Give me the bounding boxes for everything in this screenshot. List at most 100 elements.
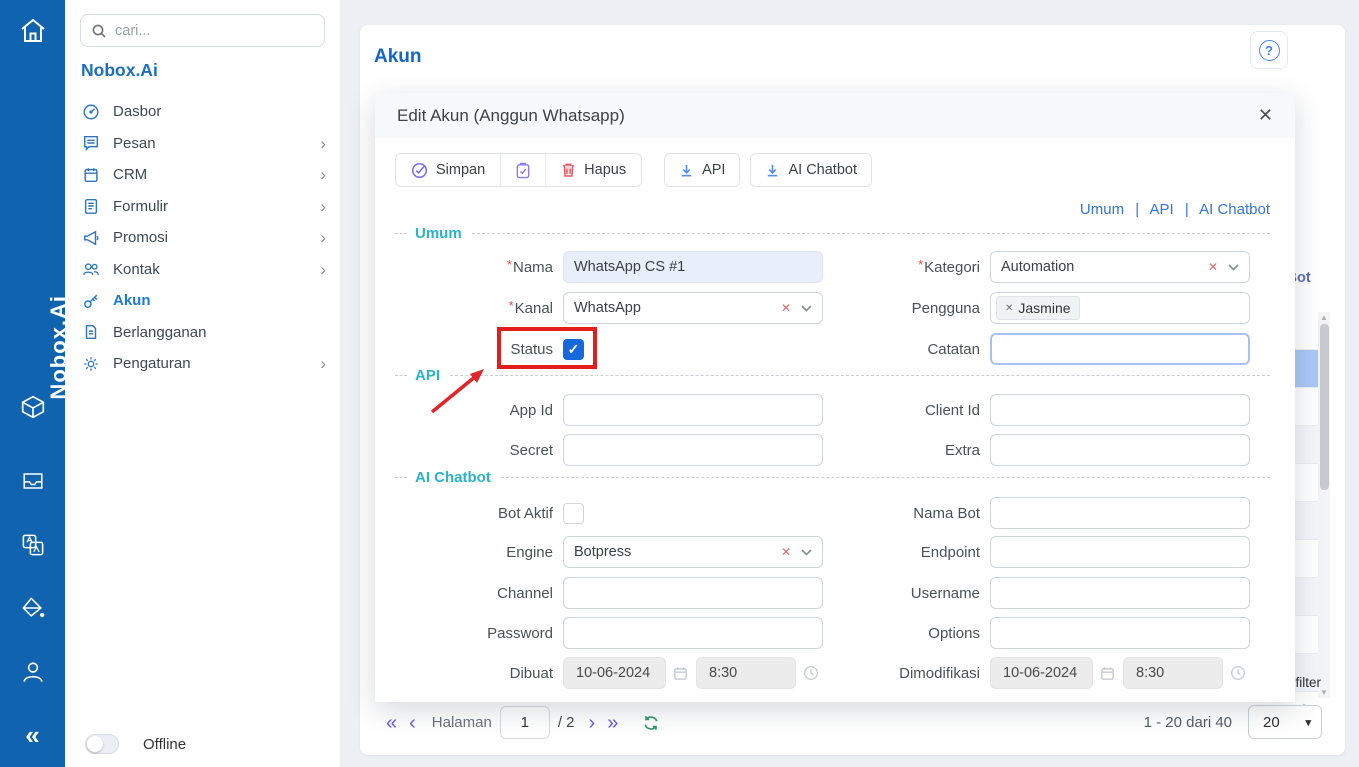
- field-label: App Id: [395, 402, 563, 419]
- ai-chatbot-label: AI Chatbot: [788, 162, 857, 178]
- download-icon: [679, 163, 694, 178]
- scroll-up-icon[interactable]: ▲: [1320, 313, 1328, 322]
- sidebar-item-promosi[interactable]: Promosi ›: [65, 222, 340, 254]
- field-dibuat: Dibuat 10-06-2024 8:30: [395, 657, 819, 689]
- sidebar-item-formulir[interactable]: Formulir ›: [65, 191, 340, 223]
- engine-select[interactable]: Botpress ✕: [563, 536, 823, 568]
- first-page-button[interactable]: «: [380, 713, 403, 733]
- sidebar-item-label: Pengaturan: [113, 355, 320, 372]
- sidebar-item-dasbor[interactable]: Dasbor: [65, 96, 340, 128]
- close-icon[interactable]: ✕: [1258, 105, 1273, 126]
- clear-icon[interactable]: ✕: [781, 301, 791, 315]
- ai-chatbot-download-button[interactable]: AI Chatbot: [750, 153, 872, 187]
- nav-link-api[interactable]: API: [1150, 201, 1174, 218]
- package-icon[interactable]: [16, 390, 50, 424]
- field-bot-aktif: Bot Aktif: [395, 497, 584, 529]
- field-catatan: Catatan: [830, 333, 1250, 365]
- question-mark-icon: ?: [1259, 40, 1280, 61]
- dibuat-date-input: 10-06-2024: [563, 657, 666, 689]
- kanal-select[interactable]: WhatsApp ✕: [563, 292, 823, 324]
- required-asterisk: *: [509, 298, 514, 313]
- extra-input[interactable]: [990, 434, 1250, 466]
- nav-link-ai-chatbot[interactable]: AI Chatbot: [1199, 201, 1270, 218]
- content-card: Akun ? Nama Bot ▲ ▼: [360, 25, 1345, 755]
- kategori-select[interactable]: Automation ✕: [990, 251, 1250, 283]
- scrollbar-thumb[interactable]: [1320, 324, 1329, 490]
- nama-bot-input[interactable]: [990, 497, 1250, 529]
- message-icon: [81, 134, 100, 153]
- field-label: Engine: [395, 544, 563, 561]
- vertical-scrollbar[interactable]: ▲ ▼: [1318, 312, 1330, 698]
- scroll-down-icon[interactable]: ▼: [1320, 688, 1328, 697]
- clipboard-check-icon: [515, 162, 531, 179]
- prev-page-button[interactable]: ‹: [403, 713, 422, 733]
- page-input[interactable]: [500, 706, 550, 739]
- search-input[interactable]: [115, 23, 314, 39]
- section-label: API: [415, 367, 440, 384]
- section-label: Umum: [415, 225, 462, 242]
- user-icon[interactable]: [16, 655, 50, 689]
- field-label: Bot Aktif: [395, 505, 563, 522]
- main-area: Akun ? Nama Bot ▲ ▼: [340, 0, 1359, 767]
- save-button[interactable]: Simpan: [396, 154, 501, 186]
- client-id-input[interactable]: [990, 394, 1250, 426]
- field-secret: Secret: [395, 434, 823, 466]
- api-download-button[interactable]: API: [664, 153, 740, 187]
- field-username: Username: [830, 577, 1250, 609]
- sidebar-item-akun[interactable]: Akun: [65, 285, 340, 317]
- last-page-button[interactable]: »: [601, 713, 624, 733]
- sidebar-item-pesan[interactable]: Pesan ›: [65, 128, 340, 160]
- sidebar-item-kontak[interactable]: Kontak ›: [65, 254, 340, 286]
- remove-tag-icon[interactable]: ✕: [1005, 303, 1013, 314]
- options-input[interactable]: [990, 617, 1250, 649]
- nav-divider: |: [1185, 201, 1189, 218]
- secret-input[interactable]: [563, 434, 823, 466]
- dibuat-time-input: 8:30: [696, 657, 796, 689]
- field-label: Dibuat: [395, 665, 563, 682]
- inbox-icon[interactable]: [16, 464, 50, 498]
- field-label: Pengguna: [830, 300, 990, 317]
- clear-icon[interactable]: ✕: [1208, 260, 1218, 274]
- username-input[interactable]: [990, 577, 1250, 609]
- bot-aktif-checkbox[interactable]: [563, 503, 584, 524]
- trash-icon: [561, 162, 576, 178]
- chevron-down-icon: [801, 305, 812, 312]
- page-size-select[interactable]: 20 ▾: [1248, 705, 1322, 739]
- pengguna-input[interactable]: ✕ Jasmine: [990, 292, 1250, 324]
- nama-input[interactable]: WhatsApp CS #1: [563, 251, 823, 283]
- delete-button[interactable]: Hapus: [546, 154, 641, 186]
- sidebar-item-label: Akun: [113, 292, 326, 309]
- translate-icon[interactable]: [16, 528, 50, 562]
- app-id-input[interactable]: [563, 394, 823, 426]
- paint-bucket-icon[interactable]: [16, 591, 50, 625]
- edit-akun-modal: Edit Akun (Anggun Whatsapp) ✕ Simpan: [375, 93, 1295, 702]
- endpoint-input[interactable]: [990, 536, 1250, 568]
- field-label: Options: [830, 625, 990, 642]
- sidebar-item-label: Pesan: [113, 135, 320, 152]
- document-icon: [81, 323, 100, 342]
- sidebar-item-pengaturan[interactable]: Pengaturan ›: [65, 348, 340, 380]
- sidebar-brand: Nobox.Ai: [81, 60, 158, 81]
- field-label: Endpoint: [830, 544, 990, 561]
- status-checkbox[interactable]: ✓: [563, 339, 584, 360]
- chevron-right-icon: ›: [320, 166, 326, 183]
- home-icon[interactable]: [16, 14, 50, 48]
- next-page-button[interactable]: ›: [583, 713, 602, 733]
- nav-link-umum[interactable]: Umum: [1080, 201, 1124, 218]
- clear-icon[interactable]: ✕: [781, 545, 791, 559]
- password-input[interactable]: [563, 617, 823, 649]
- channel-input[interactable]: [563, 577, 823, 609]
- sidebar-item-crm[interactable]: CRM ›: [65, 159, 340, 191]
- brand-vertical: Nobox.Ai: [46, 295, 72, 400]
- help-button[interactable]: ?: [1250, 31, 1288, 69]
- search-box[interactable]: [80, 14, 325, 47]
- collapse-sidebar-icon[interactable]: «: [16, 718, 50, 752]
- dimodifikasi-date-input: 10-06-2024: [990, 657, 1093, 689]
- catatan-input[interactable]: [990, 333, 1250, 365]
- offline-toggle[interactable]: [85, 734, 119, 754]
- nav-divider: |: [1135, 201, 1139, 218]
- copy-button[interactable]: [501, 154, 546, 186]
- modal-title: Edit Akun (Anggun Whatsapp): [397, 106, 625, 126]
- sidebar-item-berlangganan[interactable]: Berlangganan: [65, 317, 340, 349]
- refresh-button[interactable]: [642, 714, 660, 732]
